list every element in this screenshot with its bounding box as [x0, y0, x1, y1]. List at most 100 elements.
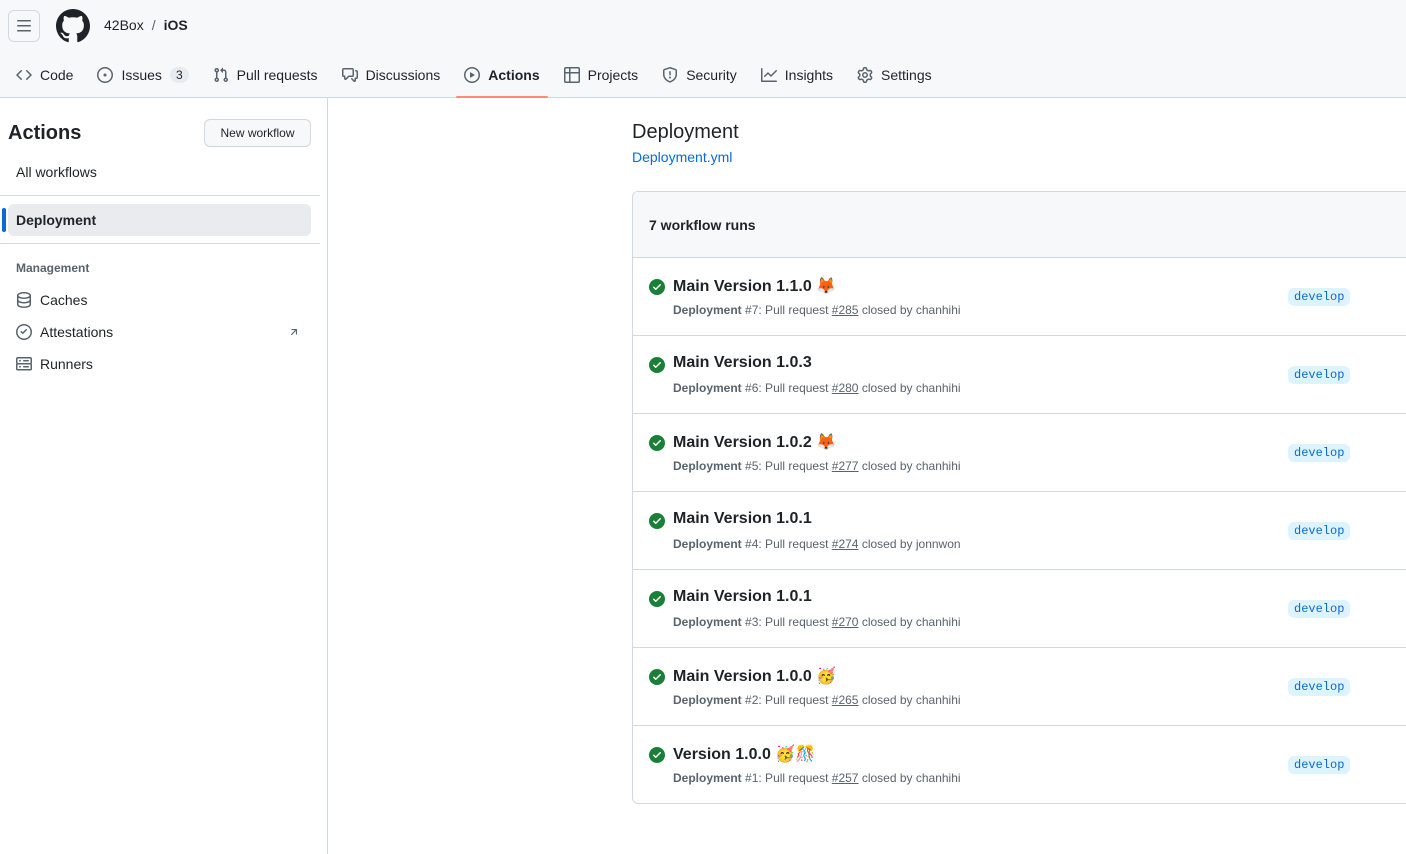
run-meta: Deployment #2: Pull request #265 closed … — [673, 693, 961, 707]
run-title[interactable]: Main Version 1.0.1 — [673, 510, 812, 528]
breadcrumb: 42Box / iOS — [104, 17, 188, 33]
tab-pull-requests[interactable]: Pull requests — [205, 57, 326, 93]
tab-discussions-label: Discussions — [365, 67, 441, 83]
github-logo-icon[interactable] — [56, 9, 90, 43]
run-pr-link[interactable]: #280 — [832, 381, 859, 395]
run-number: #6 — [745, 381, 759, 395]
check-circle-fill-icon — [649, 669, 665, 685]
tab-projects[interactable]: Projects — [556, 57, 647, 93]
run-branch-badge[interactable]: develop — [1288, 288, 1351, 306]
run-branch-badge[interactable]: develop — [1288, 444, 1351, 462]
run-number: #4 — [745, 537, 759, 551]
repo-header: 42Box / iOS Code Issues 3 Pull requests … — [0, 0, 1406, 98]
run-pr-link[interactable]: #285 — [832, 303, 859, 317]
run-title[interactable]: Main Version 1.0.3 — [673, 354, 812, 372]
sidebar-item-runners[interactable]: Runners — [16, 354, 93, 374]
check-circle-fill-icon — [649, 513, 665, 529]
run-closed-by: closed by chanhihi — [861, 303, 961, 317]
check-circle-fill-icon — [649, 279, 665, 295]
issues-count-badge: 3 — [169, 67, 189, 83]
run-title[interactable]: Version 1.0.0 🥳🎊 — [673, 744, 815, 764]
run-workflow-name: Deployment — [673, 537, 742, 551]
workflow-run-row[interactable]: Main Version 1.0.0 🥳 Deployment #2: Pull… — [633, 648, 1406, 726]
sidebar-item-deployment-label: Deployment — [16, 212, 97, 228]
tab-security-label: Security — [686, 67, 737, 83]
sidebar-item-attestations-label: Attestations — [40, 324, 114, 340]
repo-link[interactable]: iOS — [164, 17, 188, 33]
run-pr-link[interactable]: #265 — [832, 693, 859, 707]
workflow-run-row[interactable]: Main Version 1.1.0 🦊 Deployment #7: Pull… — [633, 258, 1406, 336]
workflow-run-row[interactable]: Main Version 1.0.1 Deployment #4: Pull r… — [633, 492, 1406, 570]
external-link-icon — [290, 329, 298, 336]
tab-settings[interactable]: Settings — [849, 57, 940, 93]
run-workflow-name: Deployment — [673, 615, 742, 629]
tab-code[interactable]: Code — [8, 57, 81, 93]
sidebar-divider — [0, 195, 320, 196]
run-meta: Deployment #1: Pull request #257 closed … — [673, 771, 961, 785]
new-workflow-button[interactable]: New workflow — [204, 119, 311, 147]
tab-issues-label: Issues — [121, 67, 162, 83]
sidebar-item-all-workflows[interactable]: All workflows — [16, 164, 97, 180]
run-branch-badge[interactable]: develop — [1288, 522, 1351, 540]
run-workflow-name: Deployment — [673, 459, 742, 473]
tab-insights[interactable]: Insights — [753, 57, 841, 93]
graph-icon — [760, 68, 777, 82]
run-branch-badge[interactable]: develop — [1288, 366, 1351, 384]
repo-nav: Code Issues 3 Pull requests Discussions … — [8, 56, 948, 98]
run-closed-by: closed by jonnwon — [861, 537, 961, 551]
workflow-run-row[interactable]: Main Version 1.0.2 🦊 Deployment #5: Pull… — [633, 414, 1406, 492]
run-event: : Pull request — [758, 615, 829, 629]
workflow-file-link[interactable]: Deployment.yml — [632, 149, 732, 165]
comment-discussion-icon — [341, 68, 358, 82]
sidebar-title: Actions — [8, 122, 82, 144]
run-event: : Pull request — [758, 459, 829, 473]
run-branch-badge[interactable]: develop — [1288, 756, 1351, 774]
sidebar-item-caches[interactable]: Caches — [16, 290, 87, 310]
run-title[interactable]: Main Version 1.0.0 🥳 — [673, 666, 836, 686]
run-pr-link[interactable]: #277 — [832, 459, 859, 473]
tab-actions-label: Actions — [488, 67, 540, 83]
run-title[interactable]: Main Version 1.0.2 🦊 — [673, 432, 836, 452]
workflow-run-row[interactable]: Main Version 1.0.1 Deployment #3: Pull r… — [633, 570, 1406, 648]
run-workflow-name: Deployment — [673, 771, 742, 785]
run-branch-badge[interactable]: develop — [1288, 600, 1351, 618]
workflow-run-row[interactable]: Version 1.0.0 🥳🎊 Deployment #1: Pull req… — [633, 726, 1406, 803]
run-branch-badge[interactable]: develop — [1288, 678, 1351, 696]
run-event: : Pull request — [758, 381, 829, 395]
tab-issues[interactable]: Issues 3 — [89, 57, 196, 93]
table-icon — [563, 67, 580, 83]
run-number: #2 — [745, 693, 759, 707]
run-pr-link[interactable]: #257 — [832, 771, 859, 785]
code-icon — [16, 69, 32, 81]
menu-button[interactable] — [8, 10, 40, 42]
check-circle-fill-icon — [649, 435, 665, 451]
run-pr-link[interactable]: #270 — [832, 615, 859, 629]
gear-icon — [857, 67, 873, 83]
workflow-runs-list: 7 workflow runs Main Version 1.1.0 🦊 Dep… — [632, 191, 1406, 804]
tab-security[interactable]: Security — [654, 57, 745, 93]
run-event: : Pull request — [758, 771, 829, 785]
workflow-run-row[interactable]: Main Version 1.0.3 Deployment #6: Pull r… — [633, 336, 1406, 414]
check-circle-fill-icon — [649, 357, 665, 373]
check-circle-fill-icon — [649, 747, 665, 763]
run-title[interactable]: Main Version 1.1.0 🦊 — [673, 276, 836, 296]
owner-link[interactable]: 42Box — [104, 17, 144, 33]
run-closed-by: closed by chanhihi — [861, 693, 961, 707]
run-pr-link[interactable]: #274 — [832, 537, 859, 551]
issue-opened-icon — [97, 67, 114, 83]
run-number: #5 — [745, 459, 759, 473]
workflow-title: Deployment — [632, 121, 739, 143]
run-event: : Pull request — [758, 693, 829, 707]
check-circle-fill-icon — [649, 591, 665, 607]
sidebar-divider — [0, 243, 320, 244]
run-meta: Deployment #3: Pull request #270 closed … — [673, 615, 961, 629]
tab-actions[interactable]: Actions — [456, 57, 548, 98]
run-closed-by: closed by chanhihi — [861, 771, 961, 785]
run-event: : Pull request — [758, 537, 829, 551]
actions-sidebar: Actions New workflow All workflows Deplo… — [0, 98, 328, 854]
tab-discussions[interactable]: Discussions — [334, 57, 449, 93]
run-title[interactable]: Main Version 1.0.1 — [673, 588, 812, 606]
sidebar-item-caches-label: Caches — [40, 292, 88, 308]
sidebar-item-attestations[interactable]: Attestations — [16, 322, 113, 342]
play-icon — [464, 67, 481, 83]
